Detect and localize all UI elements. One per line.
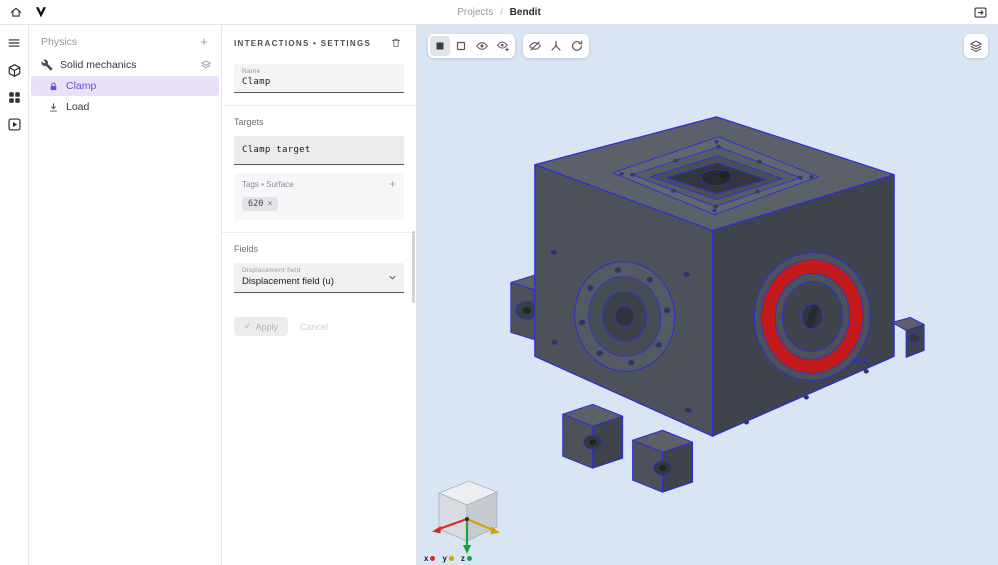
displacement-field-dropdown[interactable]: Displacement field Displacement field (u… [234, 263, 404, 293]
add-tag-button[interactable]: + [389, 178, 396, 190]
dropdown-label: Displacement field [242, 267, 301, 274]
axis-y-dot [448, 556, 454, 561]
model-annotation: MEET [852, 358, 872, 365]
tree-item-label: Solid mechanics [60, 59, 137, 71]
cancel-button[interactable]: Cancel [300, 322, 328, 332]
eye-icon [476, 42, 488, 50]
panel-export-icon [974, 6, 987, 18]
view-cube[interactable] [421, 475, 513, 557]
wrench-icon [41, 59, 53, 71]
tags-group: Tags • Surface + 620 × [234, 173, 404, 220]
app-window: Projects / Bendit Physics + Solid mechan… [0, 0, 998, 565]
chevron-down-icon [388, 273, 397, 282]
layers-icon [201, 60, 211, 69]
viewport-3d[interactable]: MEET x y z [417, 25, 998, 565]
geometry-tool-button[interactable] [5, 61, 23, 79]
hide-items-button[interactable] [525, 36, 545, 56]
menu-button[interactable] [5, 34, 23, 52]
name-field[interactable]: Name Clamp [234, 64, 404, 93]
axis-legend: x y z [424, 554, 472, 563]
axes-icon [551, 40, 561, 51]
isolate-selection-button[interactable] [493, 36, 513, 56]
settings-panel: INTERACTIONS • SETTINGS Name Clamp Targe… [222, 25, 417, 565]
apply-button[interactable]: ✓ Apply [234, 317, 289, 336]
grid-icon [8, 91, 20, 103]
cube-icon [8, 63, 20, 77]
reset-view-button[interactable] [567, 36, 587, 56]
tree-item-solid-mechanics[interactable]: Solid mechanics [29, 55, 221, 75]
open-panel-button[interactable] [973, 5, 988, 20]
delete-interaction-button[interactable] [388, 35, 404, 51]
mesh-tool-button[interactable] [5, 88, 23, 106]
tree-item-label: Clamp [66, 80, 97, 92]
home-icon [10, 7, 22, 17]
left-rail [0, 25, 29, 565]
assign-material-button[interactable] [200, 59, 221, 71]
breadcrumb-separator: / [500, 6, 503, 18]
name-field-label: Name [242, 68, 261, 75]
transform-gizmo-button[interactable] [546, 36, 566, 56]
run-simulation-button[interactable] [5, 115, 23, 133]
settings-panel-title: INTERACTIONS • SETTINGS [234, 38, 372, 48]
breadcrumb: Projects / Bendit [0, 7, 998, 18]
select-tool-button[interactable] [430, 36, 450, 56]
divider [222, 232, 416, 233]
viewport-toolbar [428, 34, 589, 58]
check-icon: ✓ [244, 321, 252, 331]
home-button[interactable] [9, 5, 23, 19]
tree-item-clamp[interactable]: Clamp [31, 76, 219, 96]
show-all-button[interactable] [472, 36, 492, 56]
filled-square-icon [436, 42, 444, 50]
topbar: Projects / Bendit [0, 0, 998, 25]
eye-slash-icon [529, 41, 541, 51]
breadcrumb-current: Bendit [509, 6, 541, 18]
axis-x-dot [430, 556, 436, 561]
lock-icon [48, 81, 59, 92]
dropdown-value: Displacement field (u) [242, 276, 334, 287]
logo-icon [35, 7, 47, 18]
fields-section-label: Fields [234, 244, 259, 254]
rotate-icon [572, 40, 583, 51]
divider [222, 105, 416, 106]
tag-chip-value: 620 [248, 199, 264, 209]
add-physics-button[interactable]: + [197, 35, 211, 49]
eye-plus-icon [496, 41, 509, 52]
tag-chip[interactable]: 620 × [242, 197, 279, 211]
apply-button-label: Apply [255, 321, 279, 332]
remove-tag-icon[interactable]: × [267, 199, 272, 209]
axis-z-dot [466, 556, 472, 561]
physics-panel: Physics + Solid mechanics Clamp Load [29, 25, 222, 565]
axis-x-label: x [424, 554, 436, 563]
download-arrow-icon [48, 102, 59, 113]
app-logo[interactable] [34, 5, 48, 19]
hamburger-icon [8, 39, 20, 47]
tree-item-label: Load [66, 101, 90, 113]
shading-options-button[interactable] [964, 34, 988, 58]
play-square-icon [7, 117, 21, 131]
targets-section-label: Targets [234, 117, 264, 127]
breadcrumb-parent[interactable]: Projects [457, 7, 493, 18]
tags-label: Tags • Surface [242, 180, 294, 189]
outline-square-icon [456, 41, 466, 51]
tree-item-load[interactable]: Load [29, 97, 221, 117]
view-tool-group [523, 34, 589, 58]
trash-icon [391, 38, 401, 48]
shading-layers-icon [970, 40, 982, 52]
axis-z-label: z [461, 554, 472, 563]
selection-tool-group [428, 34, 515, 58]
settings-scrollbar[interactable] [412, 231, 415, 303]
clamp-target-field[interactable]: Clamp target [234, 136, 404, 165]
box-select-button[interactable] [451, 36, 471, 56]
name-field-value: Clamp [242, 77, 271, 87]
axis-y-label: y [442, 554, 454, 563]
physics-panel-title: Physics [41, 36, 78, 48]
